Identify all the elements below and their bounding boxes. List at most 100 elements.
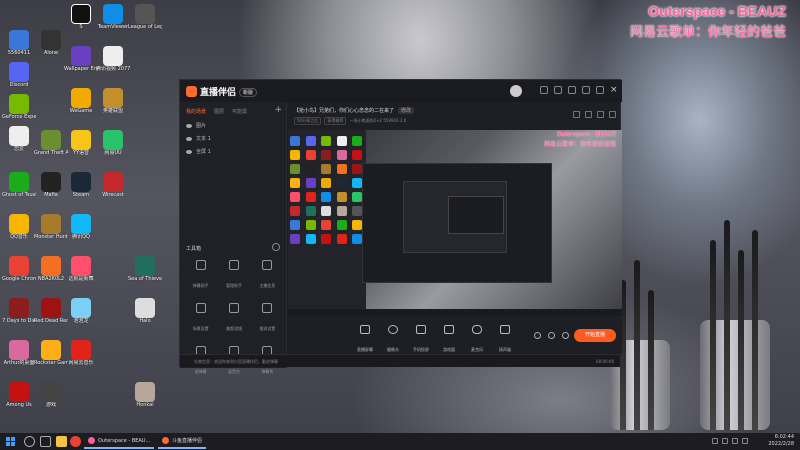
desktop-icon[interactable]: Red Dead Redemption xyxy=(34,298,68,324)
folder-icon xyxy=(41,382,61,402)
tool-item[interactable]: 主播信息 xyxy=(251,260,284,291)
stream-preview[interactable]: Outerspace - BEAUZ 网易云歌单：你年轻的爸爸 xyxy=(288,130,622,316)
tab-more[interactable]: 可能需 xyxy=(232,108,247,115)
desktop-icon[interactable]: Ghost of Tsushima xyxy=(2,172,36,198)
desktop-icon[interactable]: NBA2K0L2 xyxy=(34,256,68,282)
desktop-icon[interactable]: QQ音乐 xyxy=(2,214,36,240)
monitor-icon xyxy=(360,325,370,334)
tool-item[interactable]: 美颜滤镜 xyxy=(217,303,250,334)
skin-icon[interactable] xyxy=(554,86,562,94)
desktop-icon[interactable]: 7 Days to Die xyxy=(2,298,36,324)
layer-item[interactable]: 文本 1 xyxy=(180,132,286,145)
source-phone-button[interactable]: 手机投屏 xyxy=(406,325,436,355)
record-icon[interactable] xyxy=(534,332,541,339)
maximize-icon[interactable] xyxy=(596,86,604,94)
desktop-icon[interactable]: S xyxy=(64,4,98,30)
settings-icon[interactable] xyxy=(562,332,569,339)
nba-icon xyxy=(41,256,61,276)
desktop-icon[interactable]: 游戏 xyxy=(34,382,68,408)
go-live-button[interactable]: 开始直播 xyxy=(574,329,616,342)
eye-icon[interactable] xyxy=(186,123,192,128)
view-icon[interactable] xyxy=(548,332,555,339)
layer-item[interactable]: 全屏 1 xyxy=(180,145,286,158)
preview-desktop xyxy=(288,130,366,316)
menu-icon[interactable] xyxy=(568,86,576,94)
desktop-icon[interactable]: Discord xyxy=(2,62,36,88)
desktop-icon[interactable]: Grand Theft Auto V xyxy=(34,130,68,156)
desktop-icon[interactable]: Wallpaper Engine xyxy=(64,46,98,72)
desktop-icon[interactable]: Google Chrome xyxy=(2,256,36,282)
desktop-icon[interactable]: Wirecast xyxy=(96,172,130,198)
user-avatar[interactable] xyxy=(510,85,522,97)
system-clock[interactable]: 6:02:44 2022/2/28 xyxy=(768,434,794,448)
wallpaper-engine-icon xyxy=(71,46,91,66)
share-icon[interactable] xyxy=(573,111,580,118)
desktop-icon[interactable]: 网易UU xyxy=(96,130,130,156)
tray-expand-icon[interactable] xyxy=(712,438,718,444)
microphone-button[interactable]: 麦克风 xyxy=(462,325,492,355)
edit-title-button[interactable]: 修改 xyxy=(398,107,415,114)
stream-meta: 50分享之后 获得推荐 一场小焦虑的2+2 559916 2 0 xyxy=(294,117,406,125)
danmaku-icon xyxy=(195,260,206,270)
wegame-icon xyxy=(71,88,91,108)
desktop-icon[interactable]: Among Us xyxy=(2,382,36,408)
minimize-icon[interactable] xyxy=(582,86,590,94)
chrome-icon[interactable] xyxy=(70,436,81,447)
search-icon[interactable] xyxy=(24,436,35,447)
desktop-icon[interactable]: Monster Hunter xyxy=(34,214,68,240)
tab-layers[interactable]: 图层 xyxy=(214,108,224,115)
desktop-icon[interactable]: 网易云音乐 xyxy=(64,340,98,366)
desktop-icon[interactable]: Sea of Thieves xyxy=(128,256,162,282)
desktop-icon[interactable]: GeForce Experience xyxy=(2,94,36,120)
desktop-icon[interactable]: TeamViewer xyxy=(96,4,130,30)
more-icon[interactable] xyxy=(609,111,616,118)
source-camera-button[interactable]: 摄像头 xyxy=(378,325,408,355)
close-icon[interactable]: × xyxy=(610,86,618,95)
file-explorer-icon[interactable] xyxy=(56,436,67,447)
tool-item[interactable]: 推流设置 xyxy=(251,303,284,334)
desktop-icon[interactable]: Alone xyxy=(34,30,68,56)
desktop-icon[interactable]: YY语音 xyxy=(64,130,98,156)
source-screen-button[interactable]: 直播屏幕 xyxy=(350,325,380,355)
tool-item[interactable]: 弹幕助手 xyxy=(184,260,217,291)
ime-icon[interactable] xyxy=(742,438,748,444)
steam-icon xyxy=(71,172,91,192)
desktop-icon[interactable]: Honkai xyxy=(128,382,162,408)
desktop-icon[interactable]: 5560411 xyxy=(2,30,36,56)
desktop-icon[interactable]: WeGame xyxy=(64,88,98,114)
version-pill[interactable]: 新版 xyxy=(239,88,258,97)
source-game-button[interactable]: 游戏窗 xyxy=(434,325,464,355)
desktop-icon[interactable]: Arthur的桌面 xyxy=(2,340,36,366)
volume-icon[interactable] xyxy=(732,438,738,444)
taskbar-app-music[interactable]: Outerspace - BEAU... xyxy=(84,434,155,449)
toolbox-settings-icon[interactable] xyxy=(272,243,280,251)
desktop-icon[interactable]: Steam xyxy=(64,172,98,198)
desktop-icon[interactable]: Halo xyxy=(128,298,162,324)
tool-item[interactable]: 管理助手 xyxy=(217,260,250,291)
gift-icon[interactable] xyxy=(585,111,592,118)
network-icon[interactable] xyxy=(722,438,728,444)
rdr-icon xyxy=(41,298,61,318)
eye-icon[interactable] xyxy=(186,149,192,154)
desktop-icon[interactable]: 英雄联盟 xyxy=(96,88,130,114)
list-icon[interactable] xyxy=(597,111,604,118)
desktop-icon[interactable]: 腾讯QQ xyxy=(64,214,98,240)
desktop-icon[interactable]: Rockstar Games xyxy=(34,340,68,366)
layer-item[interactable]: 图片 xyxy=(180,119,286,132)
add-scene-button[interactable]: + xyxy=(274,105,282,115)
task-view-icon[interactable] xyxy=(40,436,51,447)
desktop-icon[interactable]: League of Legends xyxy=(128,4,162,30)
desktop-icon[interactable]: 这就是街舞 xyxy=(64,256,98,282)
yy-icon xyxy=(71,130,91,150)
taskbar-app-streaming[interactable]: 斗鱼直播伴侣 xyxy=(158,434,207,449)
tool-item[interactable]: 场景设置 xyxy=(184,303,217,334)
desktop-icon[interactable]: 恋爱 xyxy=(2,126,36,152)
mail-icon[interactable] xyxy=(540,86,548,94)
tab-scenes[interactable]: 我的场景 xyxy=(186,108,206,115)
eye-icon[interactable] xyxy=(186,136,192,141)
desktop-icon[interactable]: Mafia xyxy=(34,172,68,198)
start-button[interactable] xyxy=(6,437,15,446)
desktop-icon[interactable]: 泡泡龙 xyxy=(64,298,98,324)
desktop-icon[interactable]: 腾讯视频 2077 xyxy=(96,46,130,72)
speaker-button[interactable]: 扬声器 xyxy=(490,325,520,355)
